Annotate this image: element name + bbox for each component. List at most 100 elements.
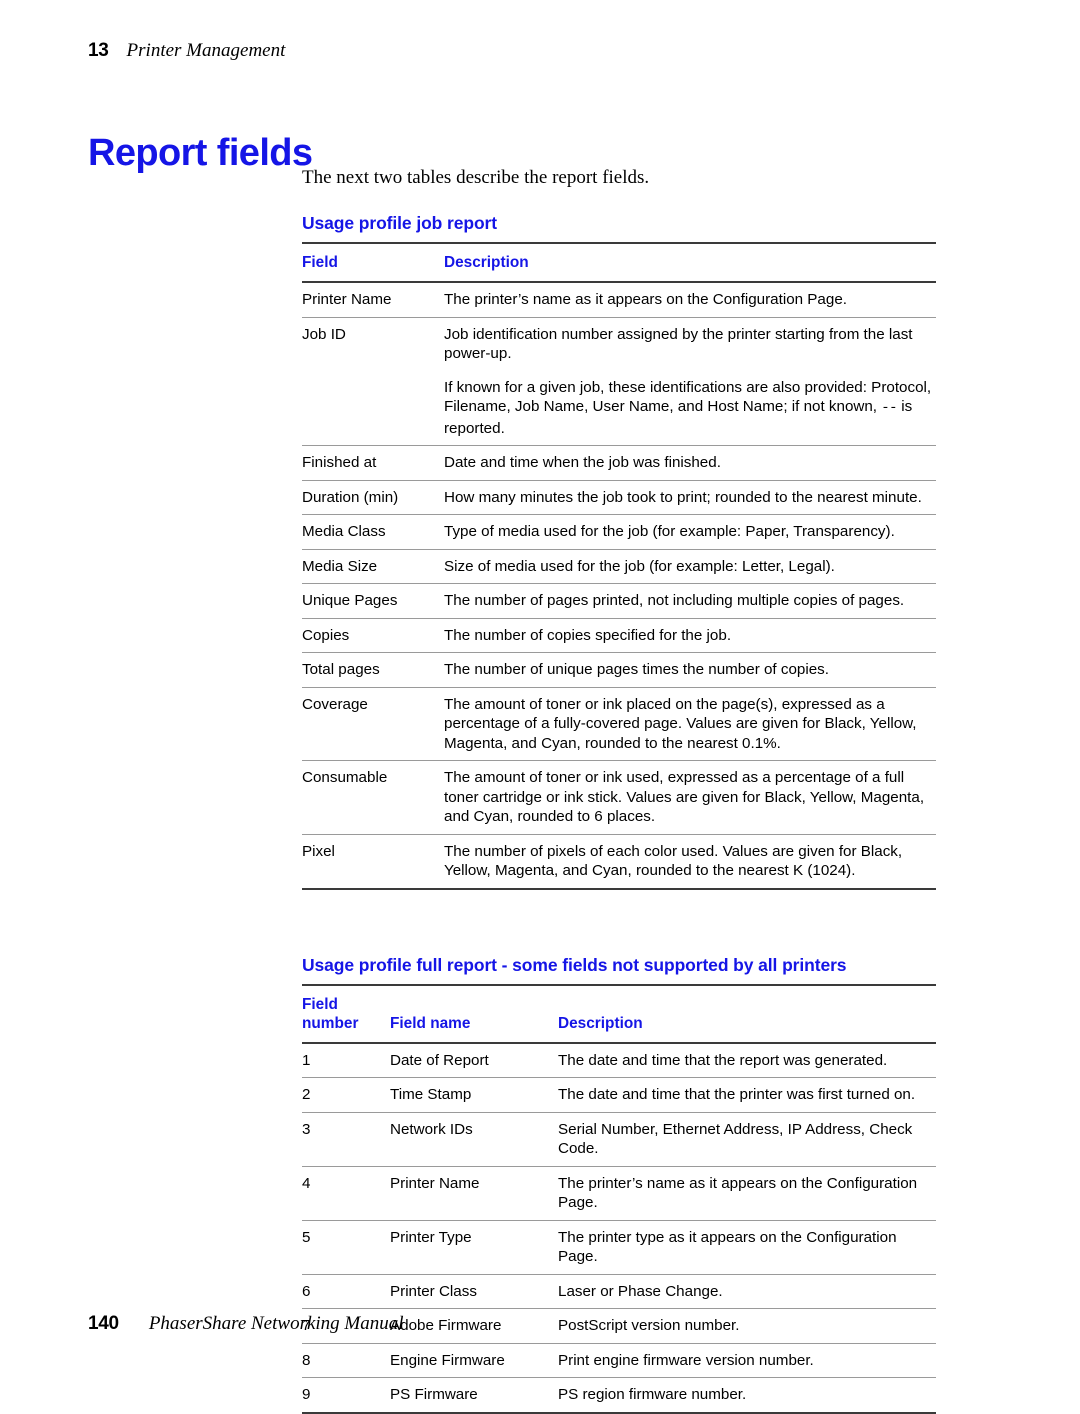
cell-field-name: Adobe Firmware xyxy=(390,1317,502,1334)
footer-page-number: 140 xyxy=(88,1313,119,1334)
cell-field-number: 5 xyxy=(302,1228,311,1246)
column-header-field-name-label: Field name xyxy=(390,1014,471,1032)
table-row: Coverage The amount of toner or ink plac… xyxy=(302,687,936,761)
table-header-row: Field number Field name Description xyxy=(302,984,936,1043)
table-row: 2 Time Stamp The date and time that the … xyxy=(302,1078,936,1112)
cell-field-name: Printer Class xyxy=(390,1282,477,1300)
table-row: Job ID Job identification number assigne… xyxy=(302,317,936,371)
cell-field-number: 1 xyxy=(302,1051,311,1069)
table-row: Media Size Size of media used for the jo… xyxy=(302,549,936,584)
cell-field: Coverage xyxy=(302,695,368,713)
double-dash-glyph: -- xyxy=(881,400,898,416)
column-header-field-number: Field number xyxy=(302,985,390,1043)
cell-field: Media Class xyxy=(302,523,386,540)
cell-description: The number of pages printed, not includi… xyxy=(444,592,905,609)
main-content-column: The next two tables describe the report … xyxy=(302,166,936,1414)
table-row: Media Class Type of media used for the j… xyxy=(302,515,936,549)
cell-description: Laser or Phase Change. xyxy=(558,1282,723,1300)
table-row: 3 Network IDs Serial Number, Ethernet Ad… xyxy=(302,1112,936,1166)
table-row: 9 PS Firmware PS region firmware number. xyxy=(302,1378,936,1413)
cell-field-number: 4 xyxy=(302,1174,311,1192)
cell-field: Pixel xyxy=(302,842,335,860)
cell-field: Duration (min) xyxy=(302,488,399,506)
job-report-table-head: Field Description xyxy=(302,243,936,282)
cell-field-number: 3 xyxy=(302,1120,311,1138)
description-text-part-1: If known for a given job, these identifi… xyxy=(444,378,932,416)
cell-field: Job ID xyxy=(302,325,346,343)
cell-description: Type of media used for the job (for exam… xyxy=(444,523,895,540)
cell-description: If known for a given job, these identifi… xyxy=(444,371,936,446)
column-header-field-number-line2: number xyxy=(302,1014,359,1032)
cell-description: The number of pixels of each color used.… xyxy=(444,842,903,880)
table-spacer xyxy=(302,890,936,954)
cell-description: The number of unique pages times the num… xyxy=(444,661,829,678)
cell-field-name: Network IDs xyxy=(390,1120,473,1138)
table-row: Duration (min) How many minutes the job … xyxy=(302,480,936,515)
cell-description: The amount of toner or ink used, express… xyxy=(444,769,925,825)
cell-field-number: 6 xyxy=(302,1282,311,1300)
job-report-table-title: Usage profile job report xyxy=(302,213,497,233)
table-row: Consumable The amount of toner or ink us… xyxy=(302,761,936,834)
cell-description: Job identification number assigned by th… xyxy=(444,325,913,363)
cell-field-name: PS Firmware xyxy=(390,1386,478,1403)
running-head: 13 Printer Management xyxy=(88,40,285,62)
table-row: Unique Pages The number of pages printed… xyxy=(302,584,936,618)
cell-description: Size of media used for the job (for exam… xyxy=(444,557,835,575)
cell-field-number: 9 xyxy=(302,1386,311,1403)
cell-description: The date and time that the printer was f… xyxy=(558,1086,916,1103)
cell-field-name: Printer Type xyxy=(390,1228,472,1246)
table-row: 5 Printer Type The printer type as it ap… xyxy=(302,1220,936,1274)
cell-field-number: 8 xyxy=(302,1351,311,1369)
cell-description: The number of copies specified for the j… xyxy=(444,626,732,644)
cell-description: Serial Number, Ethernet Address, IP Addr… xyxy=(558,1120,913,1158)
cell-description: Print engine firmware version number. xyxy=(558,1351,814,1369)
full-report-table: Field number Field name Description 1 Da… xyxy=(302,984,936,1414)
cell-description: The date and time that the report was ge… xyxy=(558,1051,888,1069)
cell-description: PostScript version number. xyxy=(558,1317,740,1334)
cell-field xyxy=(302,371,444,446)
cell-description: The amount of toner or ink placed on the… xyxy=(444,695,917,752)
cell-field: Unique Pages xyxy=(302,592,398,609)
cell-field: Media Size xyxy=(302,557,378,575)
table-row: 1 Date of Report The date and time that … xyxy=(302,1043,936,1078)
table-row: Pixel The number of pixels of each color… xyxy=(302,834,936,889)
cell-field: Printer Name xyxy=(302,291,392,308)
running-head-chapter-number: 13 xyxy=(88,40,109,61)
table-row: 8 Engine Firmware Print engine firmware … xyxy=(302,1343,936,1378)
cell-field: Copies xyxy=(302,626,350,644)
page-title: Report fields xyxy=(88,132,313,175)
document-page: 13 Printer Management Report fields The … xyxy=(0,0,1080,1413)
cell-field: Consumable xyxy=(302,769,388,786)
table-row: Printer Name The printer’s name as it ap… xyxy=(302,282,936,317)
column-header-field: Field xyxy=(302,254,338,271)
cell-description: The printer’s name as it appears on the … xyxy=(444,291,847,308)
table-row: 6 Printer Class Laser or Phase Change. xyxy=(302,1274,936,1309)
cell-field-name: Date of Report xyxy=(390,1051,489,1069)
full-report-table-head: Field number Field name Description xyxy=(302,984,936,1043)
table-row: If known for a given job, these identifi… xyxy=(302,371,936,446)
cell-field: Total pages xyxy=(302,661,380,678)
running-head-chapter-title: Printer Management xyxy=(126,40,286,61)
cell-field: Finished at xyxy=(302,454,377,471)
cell-description: Date and time when the job was finished. xyxy=(444,454,721,471)
footer-manual-title: PhaserShare Networking Manual xyxy=(148,1313,404,1334)
column-header-description-label: Description xyxy=(558,1014,643,1032)
column-header-description: Description xyxy=(558,985,936,1043)
cell-field-name: Printer Name xyxy=(390,1174,480,1192)
table-row: 4 Printer Name The printer’s name as it … xyxy=(302,1166,936,1220)
table-row: Copies The number of copies specified fo… xyxy=(302,618,936,653)
column-header-description: Description xyxy=(444,254,529,271)
cell-description: The printer’s name as it appears on the … xyxy=(558,1174,918,1212)
job-report-table: Field Description Printer Name The print… xyxy=(302,242,936,890)
table-row: Finished at Date and time when the job w… xyxy=(302,446,936,480)
cell-field-name: Time Stamp xyxy=(390,1086,472,1103)
table-header-row: Field Description xyxy=(302,243,936,282)
column-header-field-number-line1: Field xyxy=(302,995,338,1013)
cell-description: PS region firmware number. xyxy=(558,1386,747,1403)
full-report-table-title: Usage profile full report - some fields … xyxy=(302,954,847,975)
table-row: Total pages The number of unique pages t… xyxy=(302,653,936,687)
cell-field-number: 2 xyxy=(302,1086,311,1103)
full-report-table-body: 1 Date of Report The date and time that … xyxy=(302,1043,936,1413)
page-footer: 140 PhaserShare Networking Manual xyxy=(88,1313,404,1335)
intro-paragraph: The next two tables describe the report … xyxy=(302,167,650,188)
